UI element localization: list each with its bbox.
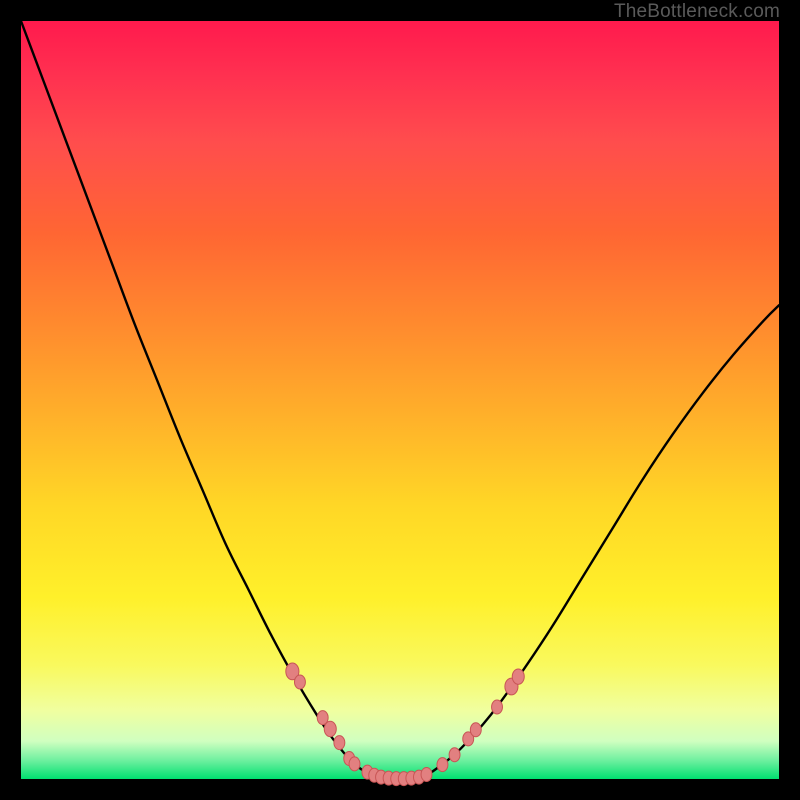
watermark-text: TheBottleneck.com bbox=[614, 1, 780, 23]
plot-area bbox=[21, 21, 779, 779]
curve-marker bbox=[449, 748, 460, 762]
curve-marker bbox=[349, 757, 360, 771]
curve-marker bbox=[437, 758, 448, 772]
bottleneck-curve bbox=[21, 21, 779, 779]
curve-marker bbox=[421, 767, 432, 781]
curve-marker bbox=[334, 736, 345, 750]
chart-svg bbox=[21, 21, 779, 779]
curve-marker bbox=[470, 723, 481, 737]
marker-layer bbox=[286, 663, 524, 786]
curve-marker bbox=[512, 669, 524, 684]
curve-marker bbox=[324, 721, 336, 736]
curve-marker bbox=[492, 700, 503, 714]
curve-marker bbox=[294, 675, 305, 689]
chart-stage: TheBottleneck.com bbox=[0, 0, 800, 800]
